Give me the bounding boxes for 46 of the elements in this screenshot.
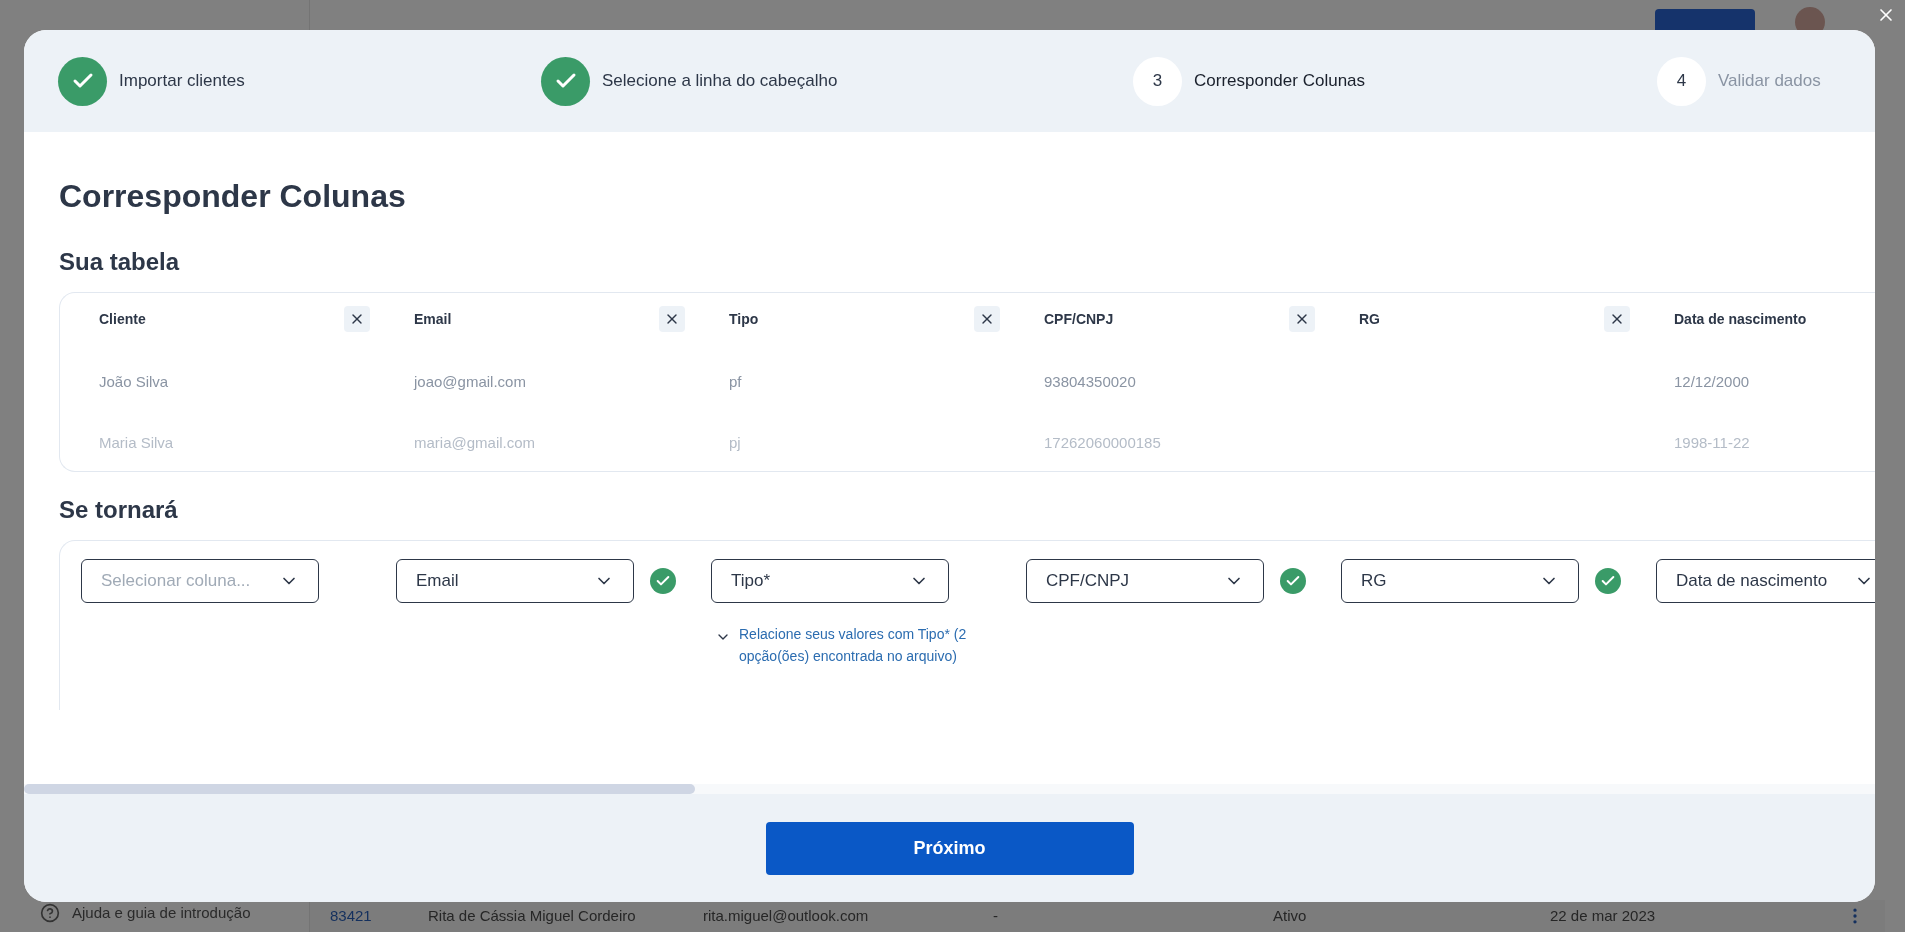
step-number: 3 [1133, 56, 1182, 106]
table-cell-text: 83421 [330, 905, 373, 926]
scrollbar-thumb[interactable] [24, 784, 695, 794]
step-number: 4 [1657, 56, 1706, 106]
remove-column-button[interactable] [1289, 306, 1315, 332]
table-cell-text: 1998-11-22 [1674, 432, 1751, 453]
column-header: Email [414, 309, 452, 329]
column-header: CPF/CNPJ [1044, 309, 1114, 329]
column-header: RG [1359, 309, 1380, 329]
step-label: Selecione a linha do cabeçalho [602, 70, 838, 93]
column-select[interactable]: Tipo* [711, 559, 949, 603]
column-header: Cliente [99, 309, 146, 329]
table-cell-text: pj [729, 432, 742, 453]
column-select[interactable]: Email [396, 559, 634, 603]
step-label: Validar dados [1718, 70, 1821, 93]
page-title: Corresponder Colunas [59, 177, 407, 216]
table-cell-text: 22 de mar 2023 [1550, 905, 1657, 926]
remove-column-button[interactable] [1604, 306, 1630, 332]
column-header: Tipo [729, 309, 759, 329]
table-cell-text: Ativo [1273, 905, 1308, 926]
step-label: Corresponder Colunas [1194, 70, 1366, 93]
table-cell-text: joao@gmail.com [414, 372, 527, 392]
help-icon [40, 902, 60, 923]
table-cell-text: João Silva [99, 372, 170, 392]
table-cell-text: pf [729, 372, 743, 392]
remove-column-button[interactable] [344, 306, 370, 332]
remove-column-button[interactable] [659, 306, 685, 332]
column-header: Data de nascimento [1674, 309, 1807, 329]
table-cell-text: 17262060000185 [1044, 432, 1162, 453]
remove-column-button[interactable] [974, 306, 1000, 332]
match-values-link[interactable]: Relacione seus valores com Tipo* (2 opção(ões) encontrada no arquivo) [739, 623, 989, 667]
section-title: Sua tabela [59, 247, 181, 277]
table-cell-text: Rita de Cássia Miguel Cordeiro [428, 905, 637, 926]
section-title: Se tornará [59, 495, 179, 525]
column-select[interactable]: RG [1341, 559, 1579, 603]
column-select[interactable]: Data de nascimento [1656, 559, 1875, 603]
table-cell-text: maria@gmail.com [414, 432, 537, 453]
step-label: Importar clientes [119, 70, 245, 93]
column-select[interactable]: CPF/CNPJ [1026, 559, 1264, 603]
table-cell-text: rita.miguel@outlook.com [703, 905, 870, 926]
help-link[interactable]: Ajuda e guia de introdução [72, 901, 251, 924]
table-cell-text: Maria Silva [99, 432, 175, 453]
table-cell-text: 93804350020 [1044, 372, 1137, 392]
table-cell-text: - [993, 905, 999, 926]
table-cell-text: 12/12/2000 [1674, 372, 1751, 392]
next-button[interactable]: Próximo [765, 821, 1134, 875]
